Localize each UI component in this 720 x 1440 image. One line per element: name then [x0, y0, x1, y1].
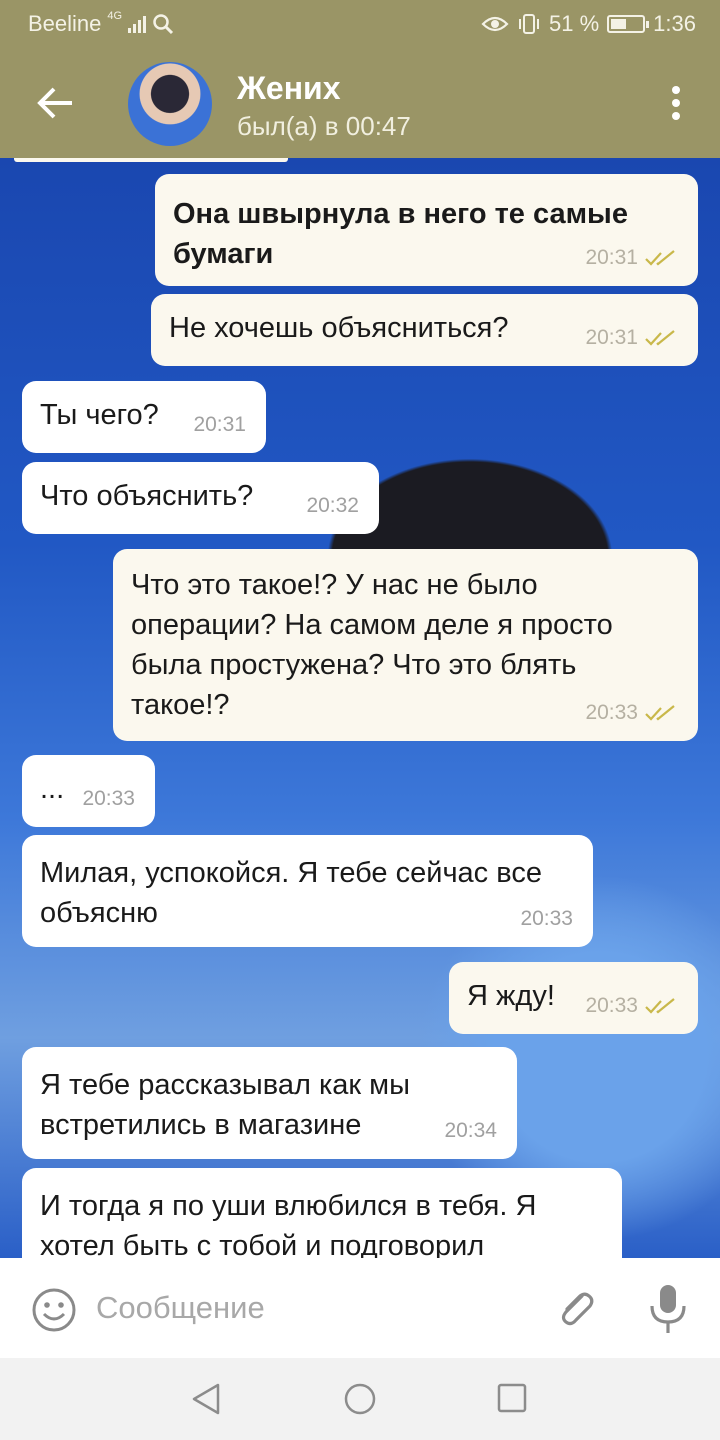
attach-button[interactable] [552, 1284, 600, 1332]
double-check-icon [645, 250, 675, 266]
vibrate-icon [519, 14, 540, 34]
microphone-icon [650, 1285, 686, 1333]
clock: 1:36 [653, 11, 696, 36]
double-check-icon [645, 998, 675, 1014]
message-time: 20:33 [585, 701, 638, 724]
message-time: 20:31 [193, 413, 246, 436]
message-time: 20:31 [585, 326, 638, 349]
message-bubble[interactable]: ... 20:33 [22, 755, 155, 827]
message-bubble[interactable]: Я жду! 20:33 [449, 962, 698, 1034]
message-time: 20:33 [520, 907, 573, 930]
nav-back-icon[interactable] [190, 1382, 222, 1416]
search-icon [153, 14, 174, 35]
message-time: 20:32 [306, 494, 359, 517]
last-seen-status: был(а) в 00:47 [237, 111, 411, 141]
battery-icon [607, 15, 650, 33]
double-check-icon [645, 705, 675, 721]
message-bubble[interactable]: Я тебе рассказывал как мы встретились в … [22, 1047, 517, 1159]
message-input[interactable] [96, 1280, 536, 1336]
message-bubble[interactable]: Она швырнула в него те самые бумаги 20:3… [155, 174, 698, 286]
status-bar: Beeline 4G 51 % 1:36 [0, 0, 720, 48]
contact-avatar[interactable] [128, 62, 212, 146]
message-bubble[interactable]: Не хочешь объясниться? 20:31 [151, 294, 698, 366]
message-text: Милая, успокойся. Я тебе сейчас все объя… [40, 857, 542, 929]
message-text: И тогда я по уши влюбился в тебя. Я хоте… [40, 1190, 537, 1258]
battery-percent: 51 % [549, 11, 600, 36]
contact-name[interactable]: Жених [237, 70, 341, 107]
more-vertical-icon[interactable] [670, 86, 682, 120]
signal-icon [128, 15, 147, 33]
emoji-button[interactable] [30, 1286, 78, 1334]
message-text: Я тебе рассказывал как мы встретились в … [40, 1069, 410, 1141]
message-bubble[interactable]: Что объяснить? 20:32 [22, 462, 379, 534]
smiley-icon [32, 1288, 76, 1332]
voice-record-button[interactable] [646, 1282, 690, 1336]
double-check-icon [645, 330, 675, 346]
composer-bar [0, 1258, 720, 1358]
nav-recent-apps-icon[interactable] [497, 1383, 527, 1413]
message-bubble[interactable]: И тогда я по уши влюбился в тебя. Я хоте… [22, 1168, 622, 1258]
message-time: 20:34 [444, 1119, 497, 1142]
previous-message-edge [14, 158, 288, 162]
message-time: 20:31 [585, 246, 638, 269]
nav-home-icon[interactable] [343, 1382, 377, 1416]
message-bubble[interactable]: Милая, успокойся. Я тебе сейчас все объя… [22, 835, 593, 947]
carrier-name: Beeline [28, 11, 102, 36]
message-time: 20:33 [82, 787, 135, 810]
arrow-left-icon [37, 87, 72, 119]
back-button[interactable] [30, 78, 80, 128]
message-bubble[interactable]: Ты чего? 20:31 [22, 381, 266, 453]
paperclip-icon [561, 1292, 594, 1326]
message-bubble[interactable]: Что это такое!? У нас не было операции? … [113, 549, 698, 741]
message-list[interactable]: Она швырнула в него те самые бумаги 20:3… [0, 158, 720, 1258]
eye-icon [481, 16, 509, 32]
chat-header: Жених был(а) в 00:47 [0, 48, 720, 158]
system-nav-bar [0, 1358, 720, 1440]
message-time: 20:33 [585, 994, 638, 1017]
network-type: 4G [107, 10, 123, 22]
